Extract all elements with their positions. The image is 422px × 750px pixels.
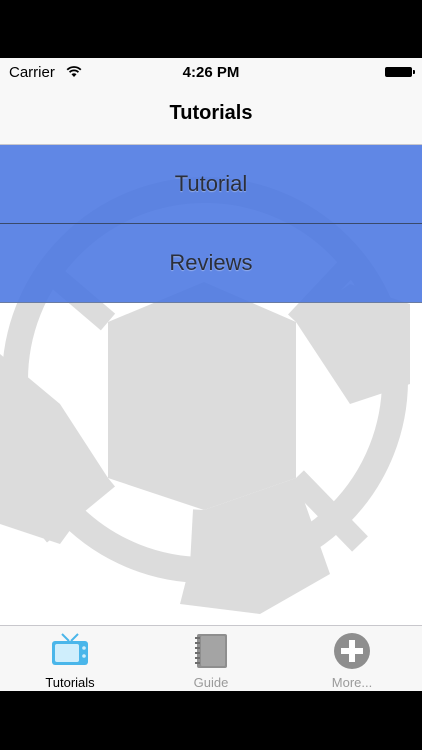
tab-label: More... — [331, 675, 373, 690]
notebook-icon — [195, 634, 227, 668]
tab-tutorials[interactable]: Tutorials — [0, 626, 140, 691]
tab-label: Tutorials — [45, 675, 95, 690]
tab-more[interactable]: More... — [282, 626, 422, 691]
menu-item-reviews[interactable]: Reviews — [0, 224, 422, 303]
battery-icon — [385, 67, 415, 77]
plus-circle-icon — [334, 633, 370, 669]
menu-item-tutorial[interactable]: Tutorial — [0, 145, 422, 223]
navigation-bar: Tutorials — [0, 86, 422, 145]
tutorial-menu: Tutorial Reviews — [0, 145, 422, 303]
app-screen: Carrier 4:26 PM Tutorials Tutorial Revie… — [0, 58, 422, 691]
tab-guide[interactable]: Guide — [141, 626, 281, 691]
tab-label: Guide — [193, 675, 229, 690]
menu-item-label: Reviews — [169, 250, 253, 275]
tab-bar: Tutorials Guide More... — [0, 625, 422, 691]
status-bar: Carrier 4:26 PM — [0, 58, 422, 86]
tv-icon — [52, 633, 88, 665]
status-time: 4:26 PM — [182, 64, 240, 81]
menu-item-label: Tutorial — [174, 171, 248, 196]
page-title: Tutorials — [169, 102, 253, 124]
